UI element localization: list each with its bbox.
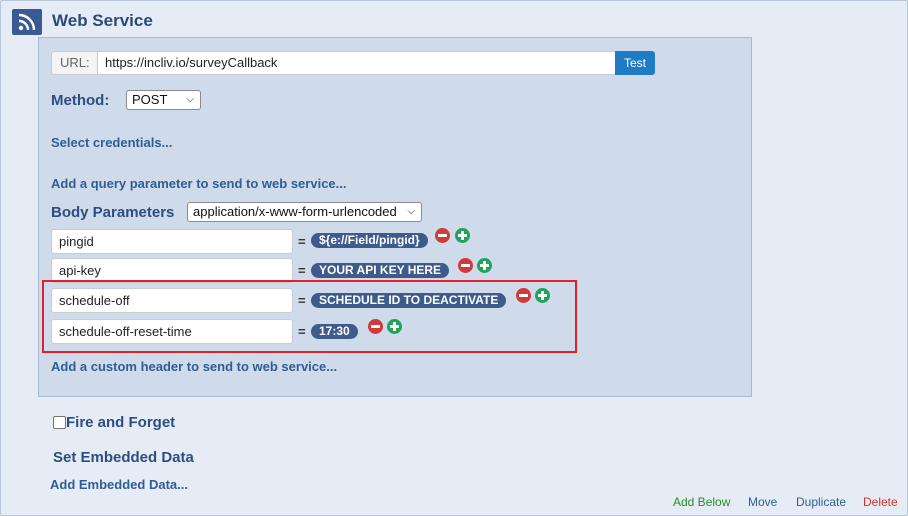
test-button[interactable]: Test [615,51,655,75]
fire-and-forget-checkbox[interactable] [53,416,66,429]
equals-sign: = [298,234,306,249]
add-query-parameter-link[interactable]: Add a query parameter to send to web ser… [51,176,346,191]
remove-param-icon[interactable] [435,228,450,243]
add-embedded-data-link[interactable]: Add Embedded Data... [50,477,188,492]
url-input[interactable]: https://incliv.io/surveyCallback [97,51,616,75]
delete-link[interactable]: Delete [863,495,898,509]
method-label: Method: [51,92,110,109]
url-label: URL: [51,51,97,75]
highlight-box [42,280,577,353]
web-service-block: Web Service URL: https://incliv.io/surve… [0,0,908,516]
block-title: Web Service [52,11,153,30]
param-key-input[interactable]: pingid [51,229,293,254]
rss-icon [12,9,42,35]
add-param-icon[interactable] [455,228,470,243]
content-type-select[interactable]: application/x-www-form-urlencoded ⌵ [187,202,422,222]
remove-param-icon[interactable] [458,258,473,273]
param-value-pill[interactable]: ${e://Field/pingid} [311,233,428,248]
method-value: POST [132,92,168,107]
equals-sign: = [298,263,306,278]
duplicate-link[interactable]: Duplicate [796,495,846,509]
chevron-down-icon: ⌵ [186,94,194,105]
move-link[interactable]: Move [748,495,777,509]
body-parameters-label: Body Parameters [51,204,175,221]
fire-and-forget-label: Fire and Forget [66,414,176,431]
method-select[interactable]: POST ⌵ [126,90,201,110]
set-embedded-data-label: Set Embedded Data [53,449,194,466]
select-credentials-link[interactable]: Select credentials... [51,135,172,150]
chevron-down-icon: ⌵ [407,206,415,217]
add-custom-header-link[interactable]: Add a custom header to send to web servi… [51,359,337,374]
param-value-pill[interactable]: YOUR API KEY HERE [311,263,450,278]
add-below-link[interactable]: Add Below [673,495,730,509]
content-type-value: application/x-www-form-urlencoded [193,204,397,219]
add-param-icon[interactable] [477,258,492,273]
